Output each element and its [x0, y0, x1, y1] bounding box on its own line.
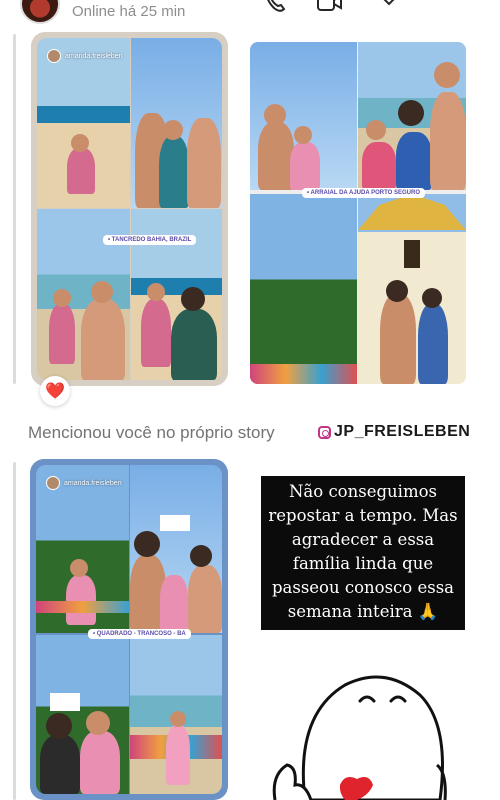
instagram-icon: [318, 425, 331, 439]
photo-tile: [250, 194, 357, 384]
story-photo: [36, 465, 129, 633]
phone-icon[interactable]: [262, 0, 288, 14]
shared-story-card[interactable]: amanda.freisleben • QUADRADO - TRANCOSO …: [30, 459, 228, 800]
story-caption: Não conseguimos repostar a tempo. Mas ag…: [261, 476, 465, 630]
chat-header: Online há 25 min: [0, 0, 500, 24]
story-avatar: [47, 49, 61, 63]
story-user: amanda.freisleben: [47, 49, 123, 63]
story-photo: [131, 38, 222, 208]
shared-photo[interactable]: • ARRAIAL DA AJUDA PORTO SEGURO: [250, 42, 466, 384]
online-status: Online há 25 min: [72, 3, 186, 20]
avatar[interactable]: [20, 0, 60, 24]
reply-thread-line: [13, 462, 16, 800]
video-call-icon[interactable]: [316, 0, 342, 14]
location-tag: • TANCREDO BAHIA, BRAZIL: [103, 235, 197, 245]
blob-mascot-sticker: [272, 675, 447, 800]
story-photo: [130, 635, 222, 794]
story-username: amanda.freisleben: [64, 479, 122, 487]
story-photo: [36, 635, 129, 794]
photo-tile: [358, 42, 466, 190]
story-user: amanda.freisleben: [46, 476, 122, 490]
location-tag: • QUADRADO - TRANCOSO - BA: [88, 629, 191, 639]
story-avatar: [46, 476, 60, 490]
story-username: amanda.freisleben: [65, 52, 123, 60]
reply-thread-line: [13, 34, 16, 384]
flag-icon[interactable]: [376, 0, 402, 14]
story-photo: [130, 465, 222, 633]
mention-username[interactable]: JP_FREISLEBEN: [318, 423, 470, 441]
shared-story-card[interactable]: amanda.freisleben • TANCREDO BAHIA, BRAZ…: [31, 32, 228, 386]
mention-text: Mencionou você no próprio story: [28, 423, 275, 442]
photo-tile: [358, 194, 466, 384]
photo-tile: [250, 42, 357, 190]
story-photo: [37, 38, 130, 208]
heart-reaction[interactable]: ❤️: [40, 376, 70, 406]
location-tag: • ARRAIAL DA AJUDA PORTO SEGURO: [302, 188, 425, 198]
